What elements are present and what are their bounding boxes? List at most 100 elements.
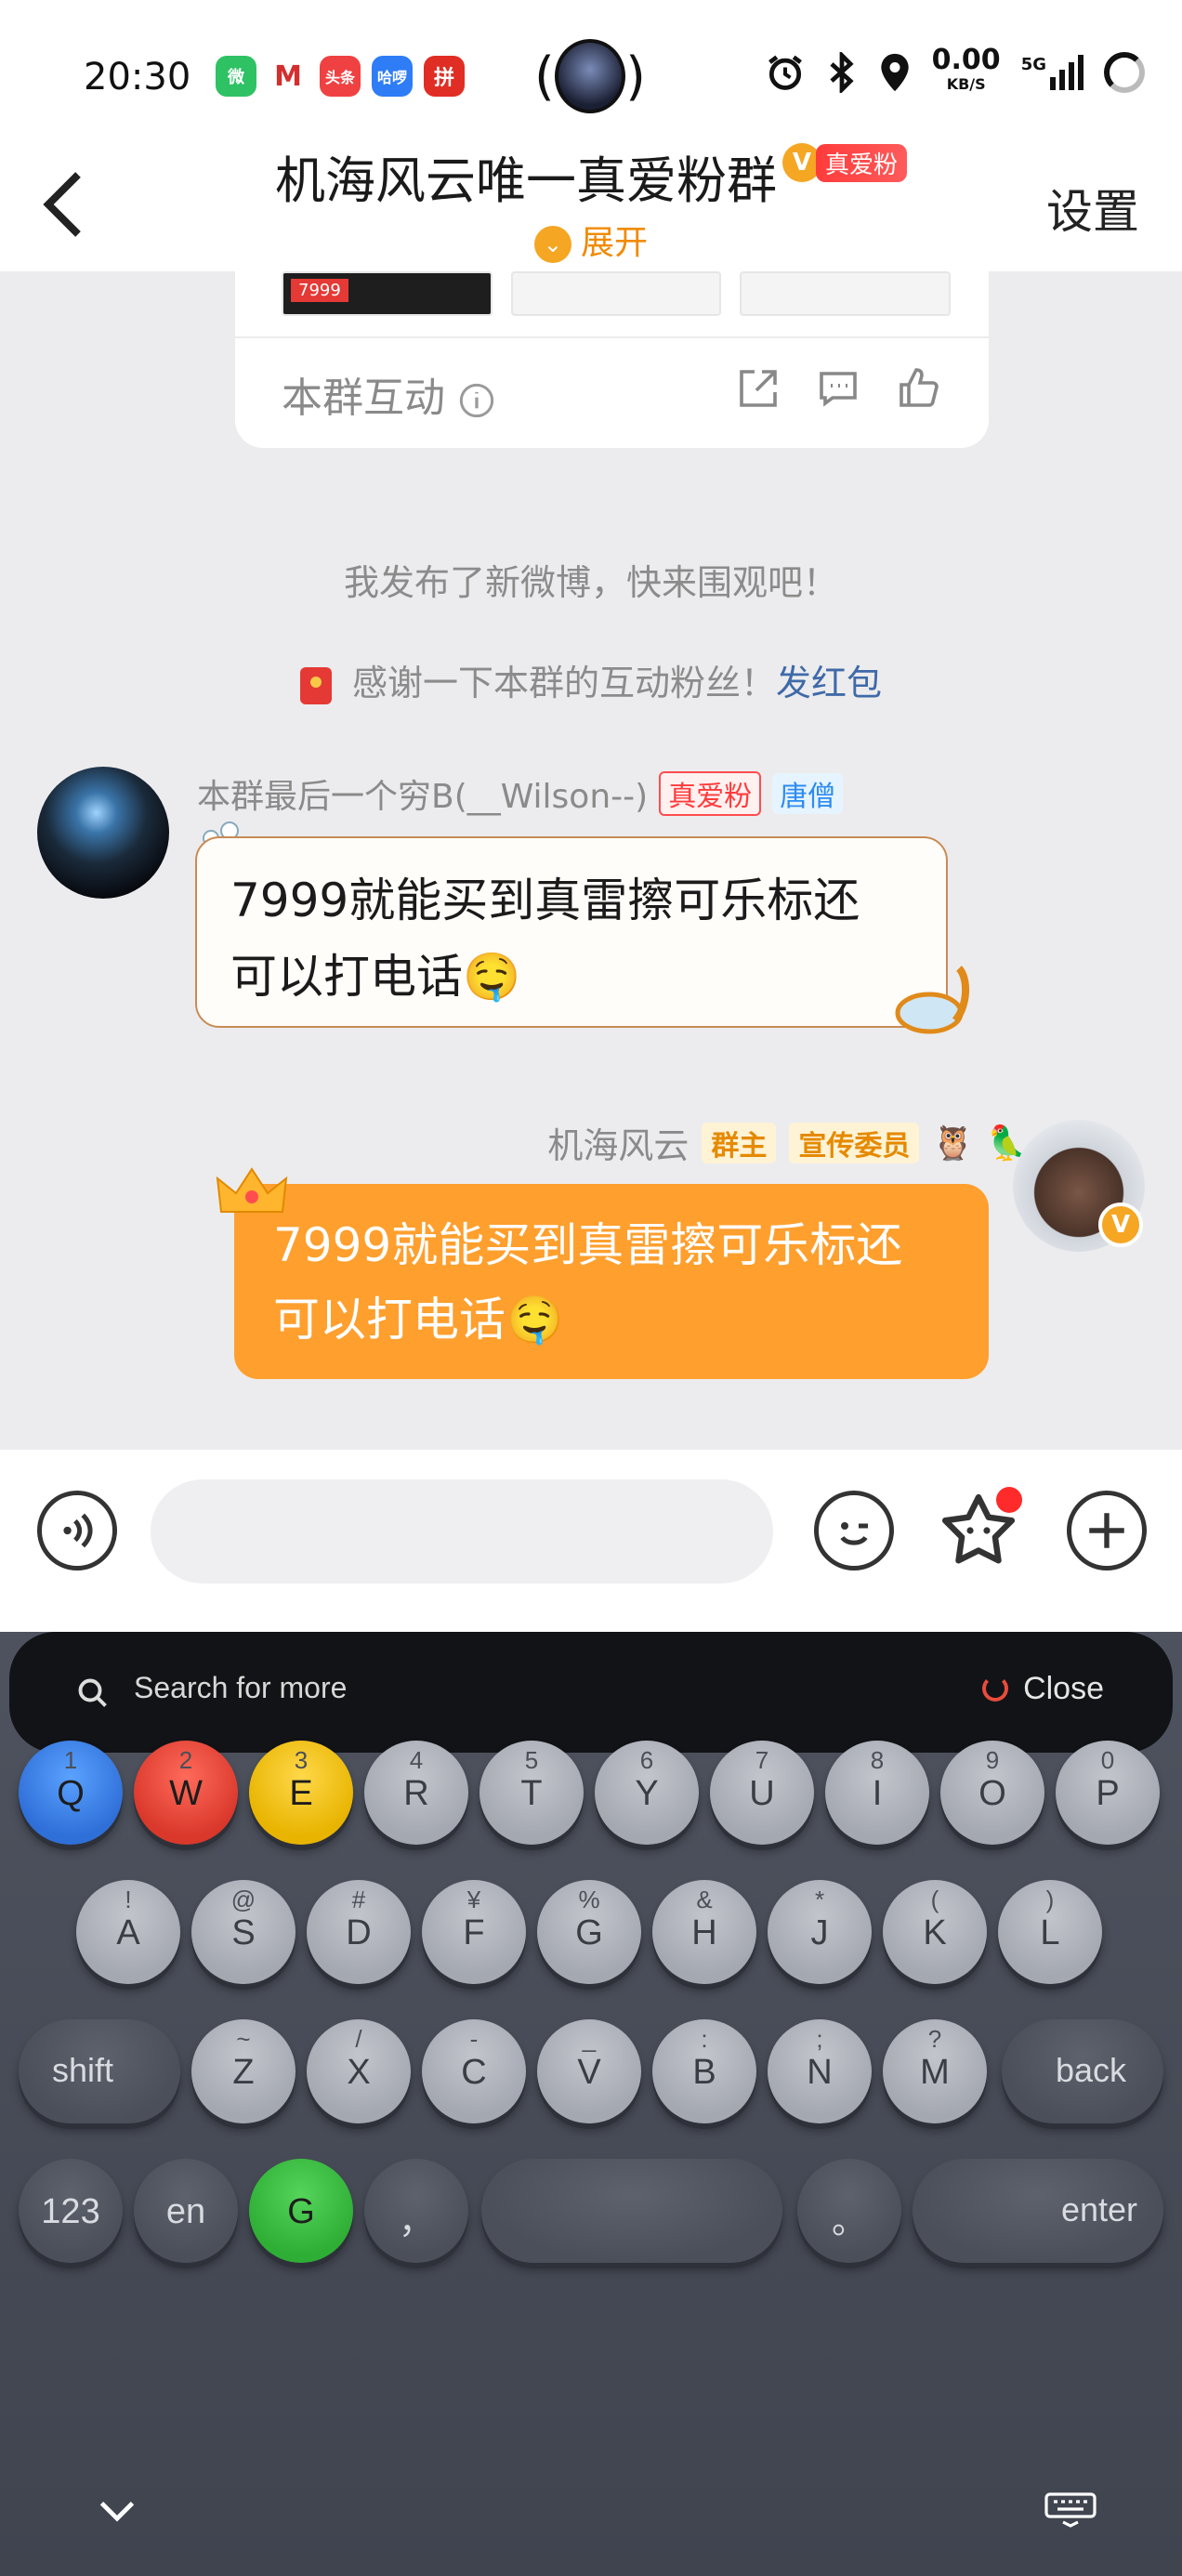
chevron-down-icon[interactable]	[97, 2496, 138, 2524]
key-d[interactable]: # D	[307, 1880, 411, 1984]
like-icon[interactable]	[896, 366, 940, 411]
keyboard-search-bar[interactable]: Search for more Close	[9, 1632, 1173, 1753]
emoji-icon[interactable]	[814, 1491, 894, 1571]
period-key[interactable]: 。	[797, 2159, 901, 2263]
key-t[interactable]: 5T	[479, 1741, 584, 1845]
key-e[interactable]: 3E	[249, 1741, 353, 1845]
key-secondary-label: ?	[927, 2025, 942, 2053]
key-y[interactable]: 6Y	[595, 1741, 699, 1845]
sender-name[interactable]: 本群最后一个穷B(__Wilson--)	[197, 769, 648, 818]
space-key[interactable]	[481, 2159, 782, 2263]
key-z[interactable]: ~ Z	[191, 2019, 296, 2123]
chat-area[interactable]: 7999 本群互动 我发布了新微博，快来围观吧！ 感谢一下本群的互动粉丝！发红包…	[0, 271, 1182, 1450]
key-w[interactable]: 2W	[134, 1741, 238, 1845]
key-secondary-label: _	[582, 2025, 597, 2053]
network-speed: 0.00 KB/S	[931, 44, 1001, 94]
card-thumbnails: 7999	[282, 271, 952, 316]
key-k[interactable]: (K	[883, 1880, 987, 1984]
key-s[interactable]: @ S	[191, 1880, 296, 1984]
true-fan-tag: 真爱粉	[659, 771, 762, 816]
key-label: S	[231, 1913, 256, 1952]
key-label: R	[403, 1774, 429, 1813]
signal-icon: 5G	[1021, 55, 1084, 90]
key-f[interactable]: ¥ F	[422, 1880, 526, 1984]
snorkel-goggles-icon	[895, 966, 970, 1034]
key-label: D	[346, 1913, 372, 1952]
key-b[interactable]: :B	[652, 2019, 756, 2123]
card-thumbnail: 7999	[282, 271, 492, 316]
alarm-icon	[768, 55, 802, 90]
key-n[interactable]: ; N	[768, 2019, 872, 2123]
comment-icon[interactable]	[816, 366, 860, 411]
dynamic-island: ()	[534, 35, 646, 117]
sender-name-row: 本群最后一个穷B(__Wilson--) 真爱粉 唐僧	[197, 769, 844, 818]
key-label: L	[1040, 1913, 1060, 1952]
message-text: 可以打电话🤤	[273, 1293, 564, 1347]
key-secondary-label: 5	[524, 1746, 539, 1774]
key-label: F	[463, 1913, 485, 1952]
g-key[interactable]: G	[249, 2159, 353, 2263]
key-secondary-label: 3	[294, 1746, 309, 1774]
key-v[interactable]: _ V	[537, 2019, 641, 2123]
key-secondary-label: ;	[816, 2025, 823, 2053]
key-secondary-label: 4	[409, 1746, 424, 1774]
send-red-packet-link[interactable]: 发红包	[776, 663, 882, 703]
sender-name[interactable]: 机海风云	[547, 1117, 689, 1168]
hellobike-icon: 哈啰	[372, 56, 413, 97]
key-label: C	[461, 2053, 487, 2092]
avatar[interactable]	[37, 767, 169, 899]
plus-icon[interactable]	[1067, 1491, 1147, 1571]
keyboard-icon[interactable]	[1044, 2491, 1097, 2528]
backspace-key[interactable]: back	[1002, 2019, 1163, 2123]
key-o[interactable]: 9O	[940, 1741, 1044, 1845]
comma-key[interactable]: ，	[364, 2159, 468, 2263]
language-key[interactable]: en	[134, 2159, 238, 2263]
key-m[interactable]: ? M	[883, 2019, 987, 2123]
key-label: B	[692, 2053, 716, 2092]
key-l[interactable]: ) L	[998, 1880, 1102, 1984]
weibo-share-card[interactable]: 7999 本群互动	[235, 271, 989, 448]
key-u[interactable]: 7U	[710, 1741, 814, 1845]
share-icon[interactable]	[736, 366, 781, 411]
true-fan-badge: V 真爱粉	[781, 143, 907, 182]
key-a[interactable]: ! A	[76, 1880, 180, 1984]
key-label: O	[978, 1774, 1006, 1813]
search-icon	[78, 1678, 107, 1707]
key-i[interactable]: 8I	[825, 1741, 929, 1845]
info-icon[interactable]	[458, 382, 495, 419]
key-q[interactable]: 1Q	[19, 1741, 123, 1845]
message-input[interactable]	[151, 1479, 773, 1584]
pinduoduo-icon: 拼	[424, 56, 465, 97]
key-secondary-label: 7	[755, 1746, 769, 1774]
key-h[interactable]: & H	[652, 1880, 756, 1984]
settings-button[interactable]: 设置	[1046, 175, 1139, 242]
card-thumbnail	[510, 271, 722, 316]
toutiao-icon: 头条	[320, 56, 361, 97]
island-avatar-icon	[554, 39, 626, 113]
message-bubble[interactable]: 7999就能买到真雷擦可乐标还 可以打电话🤤	[234, 1184, 989, 1379]
key-label: N	[807, 2053, 833, 2092]
notification-dot	[996, 1487, 1022, 1513]
key-g[interactable]: % G	[537, 1880, 641, 1984]
key-secondary-label: &	[696, 1886, 713, 1913]
sticker-icon[interactable]	[939, 1487, 1022, 1571]
key-label: M	[920, 2053, 950, 2092]
key-x[interactable]: / X	[307, 2019, 411, 2123]
voice-icon[interactable]	[37, 1491, 117, 1571]
keyboard: Search for more Close shift back 123 en …	[0, 1613, 1182, 2576]
numbers-key[interactable]: 123	[19, 2159, 123, 2263]
key-label: T	[520, 1774, 543, 1813]
group-title[interactable]: 机海风云唯一真爱粉群 V 真爱粉	[0, 139, 1182, 213]
keyboard-close-button[interactable]: Close	[982, 1671, 1104, 1707]
message-bubble[interactable]: 7999就能买到真雷擦可乐标还 可以打电话🤤	[195, 836, 948, 1028]
group-title-text: 机海风云唯一真爱粉群	[274, 151, 777, 210]
key-p[interactable]: 0P	[1056, 1741, 1160, 1845]
key-r[interactable]: 4R	[364, 1741, 468, 1845]
key-c[interactable]: -C	[422, 2019, 526, 2123]
power-icon	[982, 1676, 1009, 1702]
expand-button[interactable]: ⌄ 展开	[0, 216, 1182, 264]
key-j[interactable]: * J	[768, 1880, 872, 1984]
key-label: E	[289, 1774, 313, 1813]
enter-key[interactable]: enter	[913, 2159, 1163, 2263]
shift-key[interactable]: shift	[19, 2019, 180, 2123]
